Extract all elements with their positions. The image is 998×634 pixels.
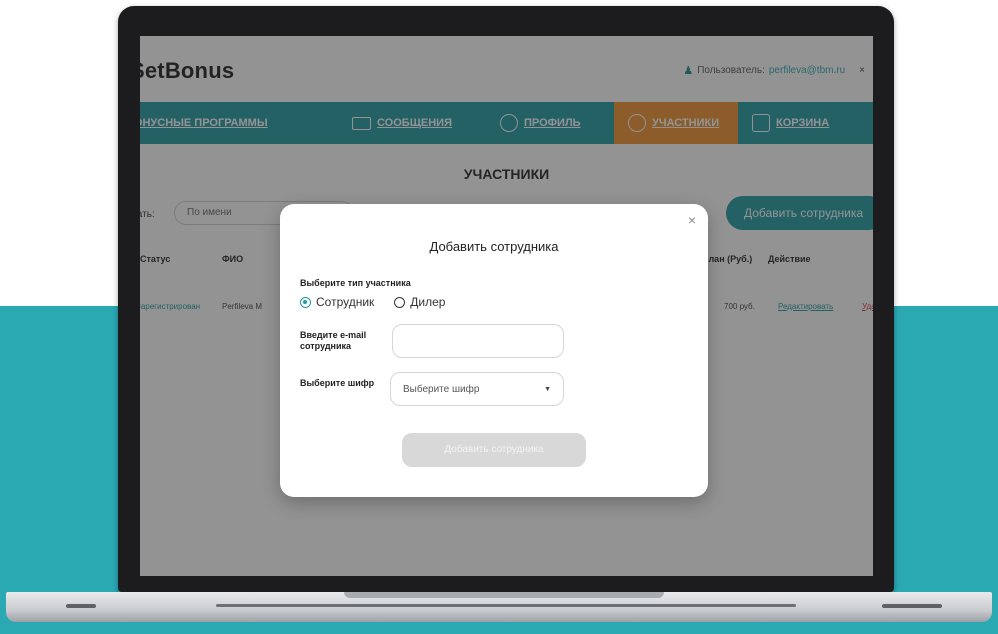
add-employee-modal: × Добавить сотрудника Выберите тип участ… — [280, 204, 708, 497]
radio-checked-icon — [300, 296, 311, 308]
radio-employee-label: Сотрудник — [316, 295, 375, 309]
close-icon[interactable]: × — [688, 212, 696, 228]
laptop-base — [6, 592, 992, 622]
participant-type-label: Выберите тип участника — [300, 278, 411, 288]
chevron-down-icon: ▼ — [544, 385, 551, 393]
cipher-select[interactable]: Выберите шифр ▼ — [390, 372, 564, 406]
laptop-screen: SetBonus ♟ Пользователь: perfileva@tbm.r… — [140, 36, 873, 576]
email-field-label: Введите e-mail сотрудника — [300, 330, 367, 351]
laptop-port-right — [882, 604, 942, 608]
laptop-port-left — [66, 604, 96, 608]
cipher-field-label: Выберите шифр — [300, 378, 375, 388]
modal-title: Добавить сотрудника — [429, 239, 559, 254]
participant-type-radio-group: Сотрудник Дилер — [300, 295, 445, 309]
radio-unchecked-icon — [394, 296, 406, 308]
radio-dealer[interactable]: Дилер — [394, 295, 445, 309]
laptop-vent — [216, 604, 796, 607]
email-field[interactable] — [392, 324, 564, 358]
radio-employee[interactable]: Сотрудник — [300, 295, 374, 309]
radio-dealer-label: Дилер — [410, 295, 446, 309]
submit-add-employee-button[interactable]: Добавить сотрудника — [402, 433, 586, 467]
cipher-select-value: Выберите шифр — [403, 383, 480, 395]
laptop-notch — [344, 592, 664, 598]
